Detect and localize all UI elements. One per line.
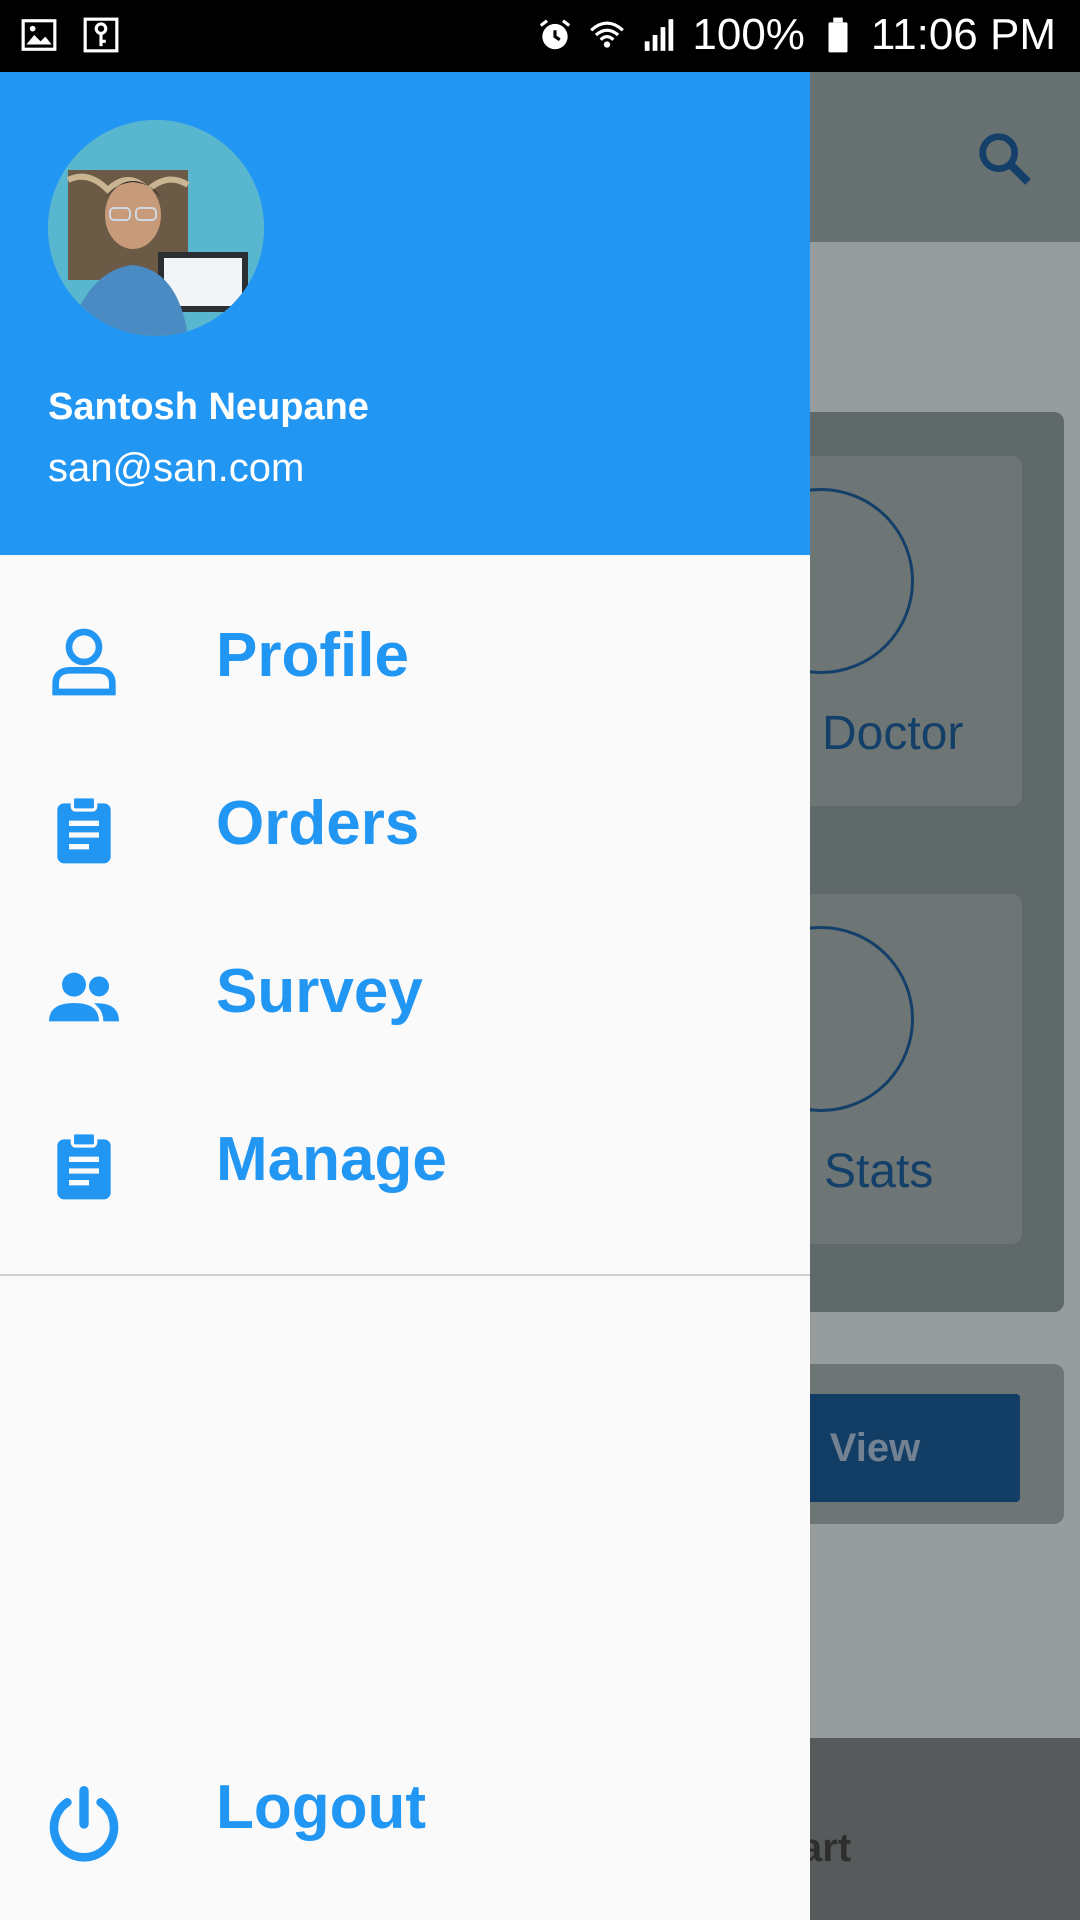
people-icon [49,972,119,1022]
avatar[interactable] [48,120,264,336]
person-outline-icon [52,628,116,696]
menu-item-survey[interactable]: Survey [0,908,810,1076]
menu-label: Profile [216,621,409,690]
signal-icon [645,19,674,51]
menu-item-manage[interactable]: Manage [0,1076,810,1244]
menu-item-orders[interactable]: Orders [0,740,810,908]
battery-icon [828,17,848,53]
gallery-icon [21,19,57,51]
menu-label: Manage [216,1125,447,1194]
menu-item-profile[interactable]: Profile [0,572,810,740]
key-icon [83,17,119,53]
user-name: Santosh Neupane [48,386,369,428]
alarm-icon [540,19,571,50]
logout-button[interactable]: Logout [0,1744,810,1912]
menu-label: Survey [216,957,423,1026]
navigation-drawer: Santosh Neupane san@san.com Profile Orde… [0,72,810,1920]
status-bar: 100% 11:06 PM [0,0,1080,72]
battery-percent: 100% [692,10,805,59]
wifi-icon [590,21,625,48]
power-icon [49,1786,119,1862]
user-email: san@san.com [48,446,305,490]
clock: 11:06 PM [870,10,1056,59]
menu-label: Orders [216,789,420,858]
menu-divider [0,1274,810,1276]
avatar-photo [48,120,264,336]
logout-label: Logout [216,1773,427,1842]
clipboard-icon [57,1131,111,1200]
drawer-header: Santosh Neupane san@san.com [0,72,810,555]
clipboard-icon [57,795,111,864]
